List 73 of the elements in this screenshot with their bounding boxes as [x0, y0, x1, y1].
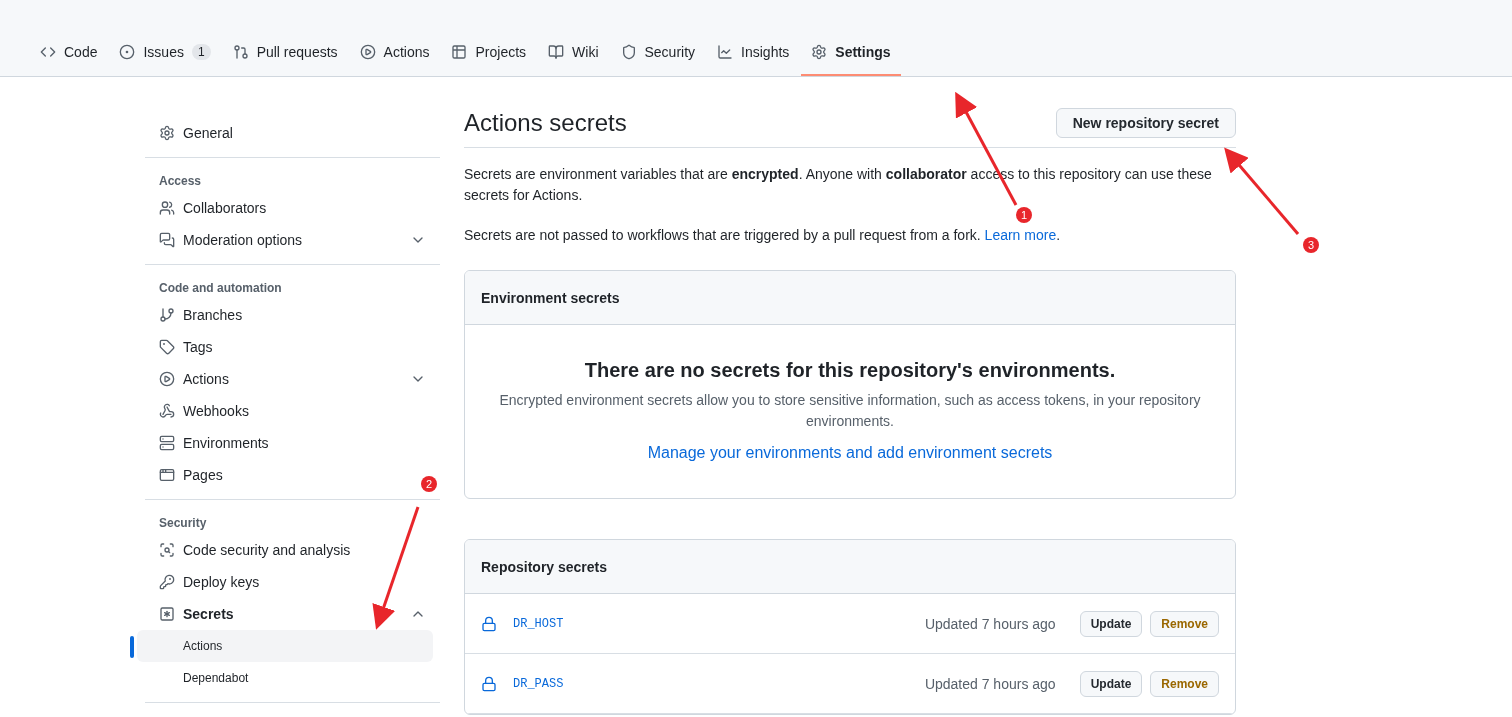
empty-title: There are no secrets for this repository's environments. — [583, 359, 1117, 382]
note-period: . — [1056, 227, 1061, 243]
sidebar-item[interactable]: Environments — [145, 427, 283, 459]
annotation-marker — [421, 476, 437, 492]
repo-tab[interactable]: Issues 1 — [109, 29, 221, 76]
sidebar-heading: Code and automation — [158, 280, 283, 297]
sidebar-item[interactable]: Code security and analysis — [145, 534, 365, 566]
annotation-number: 3 — [1307, 239, 1315, 251]
tag-icon — [159, 339, 175, 355]
graph-icon — [717, 43, 734, 60]
play-icon — [359, 43, 376, 60]
repo-tab[interactable]: Projects — [441, 29, 537, 76]
play-icon — [159, 371, 175, 387]
sidebar-heading: Security — [158, 515, 208, 532]
pull-request-icon — [232, 43, 249, 60]
new-secret-button[interactable]: New repository secret — [1055, 108, 1236, 138]
people-icon — [159, 200, 175, 216]
sidebar-item[interactable]: Webhooks — [145, 395, 263, 427]
repo-tab[interactable]: Settings — [801, 29, 901, 76]
repo-tab[interactable]: Insights — [707, 29, 800, 76]
window-icon — [159, 467, 175, 483]
repo-tab[interactable]: Actions — [349, 29, 440, 76]
page-title: Actions secrets — [464, 109, 627, 137]
repo-tab[interactable]: Code — [30, 29, 108, 76]
asterisk-icon — [159, 606, 175, 622]
sidebar-item[interactable]: Deploy keys — [145, 566, 274, 598]
updated-time: Updated 7 hours ago — [924, 675, 1056, 692]
annotation-number: 2 — [425, 478, 433, 490]
secret-name: DR_HOST — [513, 616, 565, 631]
annotation-number: 1 — [1020, 209, 1028, 221]
remove-button[interactable]: Remove — [1150, 670, 1219, 697]
sidebar-item[interactable]: Actions — [145, 363, 440, 395]
book-icon — [548, 43, 565, 60]
gear-icon — [811, 43, 828, 60]
sidebar-item[interactable]: Collaborators — [145, 192, 281, 224]
secret-name: DR_PASS — [513, 676, 565, 691]
repo-tab[interactable]: Security — [610, 29, 706, 76]
lock-icon — [481, 615, 497, 632]
update-button[interactable]: Update — [1079, 610, 1143, 637]
learn-more-link[interactable]: Learn more — [984, 227, 1057, 243]
remove-button[interactable]: Remove — [1150, 610, 1219, 637]
gear-icon — [159, 125, 175, 141]
selection-bar — [130, 636, 134, 658]
panel-header: Environment secrets — [465, 271, 1235, 325]
comment-icon — [159, 232, 175, 248]
update-button[interactable]: Update — [1079, 670, 1143, 697]
sidebar-item[interactable]: Tags — [145, 331, 227, 363]
issue-icon — [119, 43, 136, 60]
repo-tab[interactable]: Pull requests — [222, 29, 348, 76]
panel-header: Repository secrets — [465, 540, 1235, 594]
webhook-icon — [159, 403, 175, 419]
updated-time: Updated 7 hours ago — [924, 615, 1056, 632]
sidebar-item[interactable]: Pages — [145, 459, 237, 491]
sidebar-item[interactable]: Secrets — [145, 598, 440, 630]
key-icon — [159, 574, 175, 590]
sidebar-heading: Access — [158, 173, 203, 190]
empty-text: Encrypted environment secrets allow you to store sensitive information, such as access tokens, in your repository environments. — [498, 391, 1202, 431]
sidebar-item[interactable]: General — [145, 117, 247, 149]
repo-tab[interactable]: Wiki — [538, 29, 609, 76]
sidebar-item[interactable]: Moderation options — [145, 224, 440, 256]
scan-icon — [159, 542, 175, 558]
branch-icon — [159, 307, 175, 323]
table-icon — [451, 43, 468, 60]
lock-icon — [481, 675, 497, 692]
sidebar-item[interactable]: Branches — [145, 299, 257, 331]
issue-counter: 1 — [191, 43, 211, 60]
manage-environments-link[interactable]: Manage your environments and add environment secrets — [647, 444, 1053, 461]
annotation-marker — [1016, 207, 1032, 223]
server-icon — [159, 435, 175, 451]
annotation-marker — [1303, 237, 1319, 253]
shield-icon — [620, 43, 637, 60]
sidebar-subitem[interactable]: Dependabot — [137, 662, 433, 694]
note-text: Secrets are not passed to workflows that are triggered by a pull request from a fork. — [464, 227, 981, 243]
